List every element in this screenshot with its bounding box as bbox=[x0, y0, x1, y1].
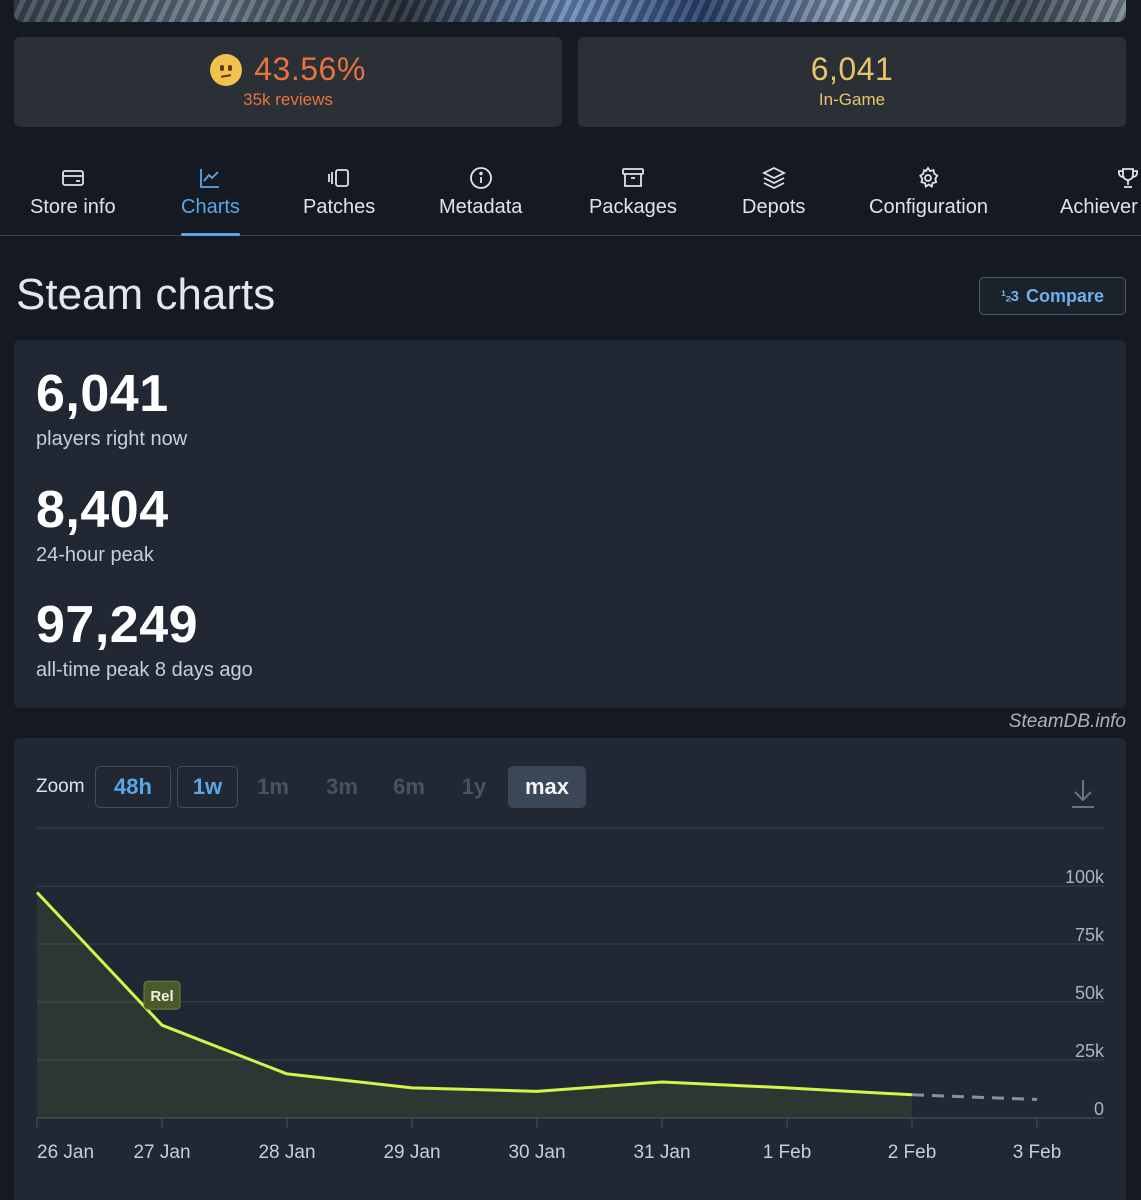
y-tick-label: 75k bbox=[1075, 925, 1105, 945]
tab-label: Depots bbox=[742, 196, 806, 218]
y-tick-label: 100k bbox=[1065, 867, 1105, 887]
tab-charts[interactable]: Charts bbox=[181, 166, 240, 236]
tab-metadata[interactable]: Metadata bbox=[439, 166, 522, 219]
chart-icon bbox=[200, 169, 220, 188]
x-tick-label: 26 Jan bbox=[37, 1142, 94, 1163]
patches-icon bbox=[328, 169, 350, 187]
tab-label: Charts bbox=[181, 196, 240, 218]
tab-label: Achiever bbox=[1060, 196, 1138, 218]
current-players-caption: players right now bbox=[36, 428, 188, 450]
review-score-box[interactable]: 43.56% 35k reviews bbox=[14, 37, 562, 127]
page-title: Steam charts bbox=[16, 270, 276, 319]
projection-line bbox=[911, 1093, 1038, 1101]
peak-24h-value: 8,404 bbox=[36, 481, 169, 539]
player-count-chart[interactable]: 0 25k 50k 75k 100k 26 Jan 27 Jan 28 Jan 29 Jan 30… bbox=[14, 738, 1126, 1200]
gear-icon bbox=[919, 166, 940, 188]
info-icon bbox=[469, 167, 492, 189]
peak-24h-caption: 24-hour peak bbox=[36, 544, 154, 566]
tab-label: Store info bbox=[30, 196, 116, 218]
release-annotation-label: Rel bbox=[150, 988, 173, 1005]
trophy-icon bbox=[1118, 168, 1138, 188]
tab-patches[interactable]: Patches bbox=[303, 166, 375, 219]
compare-button[interactable]: ¹₂3 Compare bbox=[979, 277, 1126, 315]
card-icon bbox=[61, 170, 84, 186]
x-tick-label: 1 Feb bbox=[763, 1142, 812, 1163]
mixed-face-icon bbox=[210, 53, 243, 86]
x-tick-label: 31 Jan bbox=[633, 1142, 690, 1163]
current-players-value: 6,041 bbox=[36, 365, 169, 423]
tab-packages[interactable]: Packages bbox=[589, 166, 677, 219]
y-tick-label: 0 bbox=[1094, 1099, 1104, 1119]
x-tick-label: 28 Jan bbox=[258, 1142, 315, 1163]
tab-label: Metadata bbox=[439, 196, 523, 218]
tab-configuration[interactable]: Configuration bbox=[869, 166, 988, 219]
review-percent: 43.56% bbox=[254, 51, 366, 87]
chart-card: Zoom 48h 1w 1m 3m 6m 1y max 0 25k 50k 75k 10… bbox=[14, 738, 1126, 1200]
header-banner-image bbox=[14, 0, 1126, 22]
layers-icon bbox=[761, 166, 786, 190]
review-count: 35k reviews bbox=[243, 90, 333, 109]
compare-icon: ¹₂3 bbox=[1000, 287, 1019, 305]
archive-icon bbox=[622, 168, 644, 187]
in-game-label: In-Game bbox=[818, 90, 886, 109]
tab-depots[interactable]: Depots bbox=[742, 166, 805, 219]
y-tick-label: 50k bbox=[1075, 983, 1105, 1003]
steamdb-credit-link[interactable]: SteamDB.info bbox=[1009, 711, 1126, 733]
x-tick-label: 2 Feb bbox=[888, 1142, 937, 1163]
in-game-count: 6,041 bbox=[810, 51, 894, 87]
x-tick-label: 30 Jan bbox=[508, 1142, 565, 1163]
app-tabs: Store info Charts Patches Metadata Packa… bbox=[0, 160, 1141, 236]
x-tick-label: 29 Jan bbox=[383, 1142, 440, 1163]
compare-label: Compare bbox=[1025, 285, 1105, 306]
tab-achievements[interactable]: Achiever bbox=[1060, 166, 1140, 219]
tab-label: Packages bbox=[589, 196, 677, 218]
player-stats-card: 6,041 players right now 8,404 24-hour pe… bbox=[14, 340, 1126, 708]
all-time-peak-value: 97,249 bbox=[36, 596, 199, 654]
tab-label: Patches bbox=[303, 196, 376, 218]
all-time-peak-caption[interactable]: all-time peak 8 days ago bbox=[36, 659, 253, 682]
x-tick-label: 27 Jan bbox=[133, 1142, 190, 1163]
y-tick-label: 25k bbox=[1075, 1041, 1105, 1061]
tab-label: Configuration bbox=[869, 196, 988, 218]
tab-store-info[interactable]: Store info bbox=[30, 166, 116, 219]
x-tick-label: 3 Feb bbox=[1013, 1142, 1062, 1163]
in-game-box[interactable]: 6,041 In-Game bbox=[578, 37, 1126, 127]
